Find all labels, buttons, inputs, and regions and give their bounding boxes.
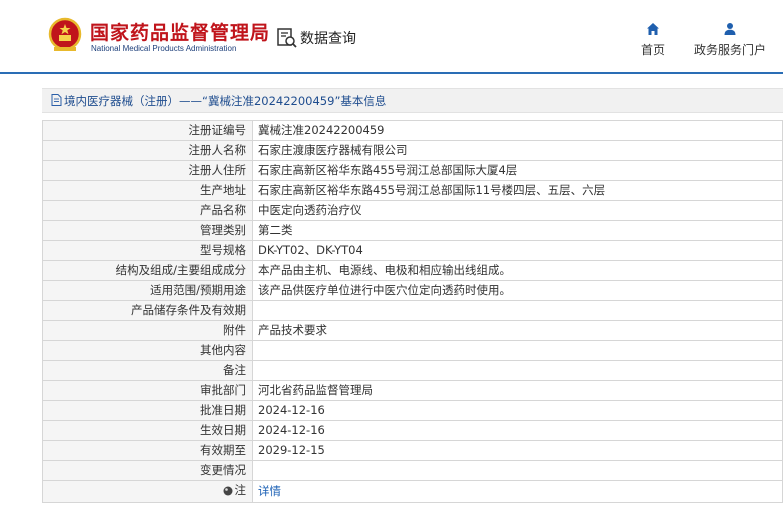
field-label: 审批部门 xyxy=(42,380,253,401)
field-value: 该产品供医疗单位进行中医穴位定向透药时使用。 xyxy=(252,280,783,301)
data-query-label: 数据查询 xyxy=(300,31,356,47)
field-value xyxy=(252,300,783,321)
field-value: 2029-12-15 xyxy=(252,440,783,461)
field-label: 产品储存条件及有效期 xyxy=(42,300,253,321)
national-emblem-icon[interactable] xyxy=(48,17,82,53)
table-row: 有效期至 2029-12-15 xyxy=(42,440,783,461)
table-row: 生产地址 石家庄高新区裕华东路455号润江总部国际11号楼四层、五层、六层 xyxy=(42,180,783,201)
field-value: 石家庄高新区裕华东路455号润江总部国际大厦4层 xyxy=(252,160,783,181)
field-label: 管理类别 xyxy=(42,220,253,241)
note-label-cell: 注 xyxy=(42,480,253,503)
table-row: 注册人名称 石家庄渡康医疗器械有限公司 xyxy=(42,140,783,161)
field-label: 适用范围/预期用途 xyxy=(42,280,253,301)
field-label: 生产地址 xyxy=(42,180,253,201)
field-label: 其他内容 xyxy=(42,340,253,361)
detail-link[interactable]: 详情 xyxy=(258,484,281,498)
note-value-cell: 详情 xyxy=(252,480,783,503)
field-value: 石家庄高新区裕华东路455号润江总部国际11号楼四层、五层、六层 xyxy=(252,180,783,201)
field-value xyxy=(252,460,783,481)
note-row: 注详情 xyxy=(42,480,783,503)
table-row: 生效日期 2024-12-16 xyxy=(42,420,783,441)
nav-service-portal[interactable]: 政务服务门户 xyxy=(690,22,770,58)
site-logo-subtitle: National Medical Products Administration xyxy=(91,44,237,53)
field-value: 河北省药品监督管理局 xyxy=(252,380,783,401)
field-label: 注册证编号 xyxy=(42,120,253,141)
field-label: 结构及组成/主要组成成分 xyxy=(42,260,253,281)
note-key: 注 xyxy=(223,481,247,500)
nav-home-label: 首页 xyxy=(640,43,665,57)
info-dot-icon xyxy=(223,486,232,495)
field-label: 型号规格 xyxy=(42,240,253,261)
field-value: 冀械注准20242200459 xyxy=(252,120,783,141)
field-label: 注册人名称 xyxy=(42,140,253,161)
field-value: 石家庄渡康医疗器械有限公司 xyxy=(252,140,783,161)
field-value: 本产品由主机、电源线、电极和相应输出线组成。 xyxy=(252,260,783,281)
table-row: 审批部门 河北省药品监督管理局 xyxy=(42,380,783,401)
breadcrumb: 境内医疗器械（注册）——“冀械注准20242200459”基本信息 xyxy=(42,88,783,113)
field-label: 产品名称 xyxy=(42,200,253,221)
field-value: 2024-12-16 xyxy=(252,400,783,421)
table-row: 产品名称 中医定向透药治疗仪 xyxy=(42,200,783,221)
field-label: 变更情况 xyxy=(42,460,253,481)
field-label: 注册人住所 xyxy=(42,160,253,181)
home-icon xyxy=(647,23,659,35)
table-row: 附件 产品技术要求 xyxy=(42,320,783,341)
breadcrumb-text: 境内医疗器械（注册）——“冀械注准20242200459”基本信息 xyxy=(64,94,387,108)
field-value: 2024-12-16 xyxy=(252,420,783,441)
nav-service-portal-label: 政务服务门户 xyxy=(693,43,766,57)
field-value xyxy=(252,340,783,361)
table-row: 注册人住所 石家庄高新区裕华东路455号润江总部国际大厦4层 xyxy=(42,160,783,181)
field-value xyxy=(252,360,783,381)
basic-info-table: 注册证编号 冀械注准20242200459 注册人名称 石家庄渡康医疗器械有限公司 注册… xyxy=(42,120,783,503)
field-value: 中医定向透药治疗仪 xyxy=(252,200,783,221)
table-row: 适用范围/预期用途 该产品供医疗单位进行中医穴位定向透药时使用。 xyxy=(42,280,783,301)
table-row: 结构及组成/主要组成成分 本产品由主机、电源线、电极和相应输出线组成。 xyxy=(42,260,783,281)
field-value: 第二类 xyxy=(252,220,783,241)
table-row: 批准日期 2024-12-16 xyxy=(42,400,783,421)
field-label: 附件 xyxy=(42,320,253,341)
table-row: 其他内容 xyxy=(42,340,783,361)
data-query-link[interactable]: 数据查询 xyxy=(276,26,356,50)
document-icon xyxy=(51,94,62,106)
field-value: 产品技术要求 xyxy=(252,320,783,341)
field-label: 批准日期 xyxy=(42,400,253,421)
data-search-icon xyxy=(277,28,297,48)
note-label: 注 xyxy=(234,483,247,497)
site-logo-title[interactable]: 国家药品监督管理局 xyxy=(90,18,270,45)
nav-home[interactable]: 首页 xyxy=(638,22,668,58)
field-label: 有效期至 xyxy=(42,440,253,461)
table-row: 注册证编号 冀械注准20242200459 xyxy=(42,120,783,141)
table-row: 型号规格 DK-YT02、DK-YT04 xyxy=(42,240,783,261)
table-row: 管理类别 第二类 xyxy=(42,220,783,241)
table-row: 备注 xyxy=(42,360,783,381)
field-label: 备注 xyxy=(42,360,253,381)
field-value: DK-YT02、DK-YT04 xyxy=(252,240,783,261)
table-row: 产品储存条件及有效期 xyxy=(42,300,783,321)
site-header: 国家药品监督管理局 National Medical Products Admi… xyxy=(0,0,783,74)
user-icon xyxy=(724,23,736,35)
table-row: 变更情况 xyxy=(42,460,783,481)
field-label: 生效日期 xyxy=(42,420,253,441)
